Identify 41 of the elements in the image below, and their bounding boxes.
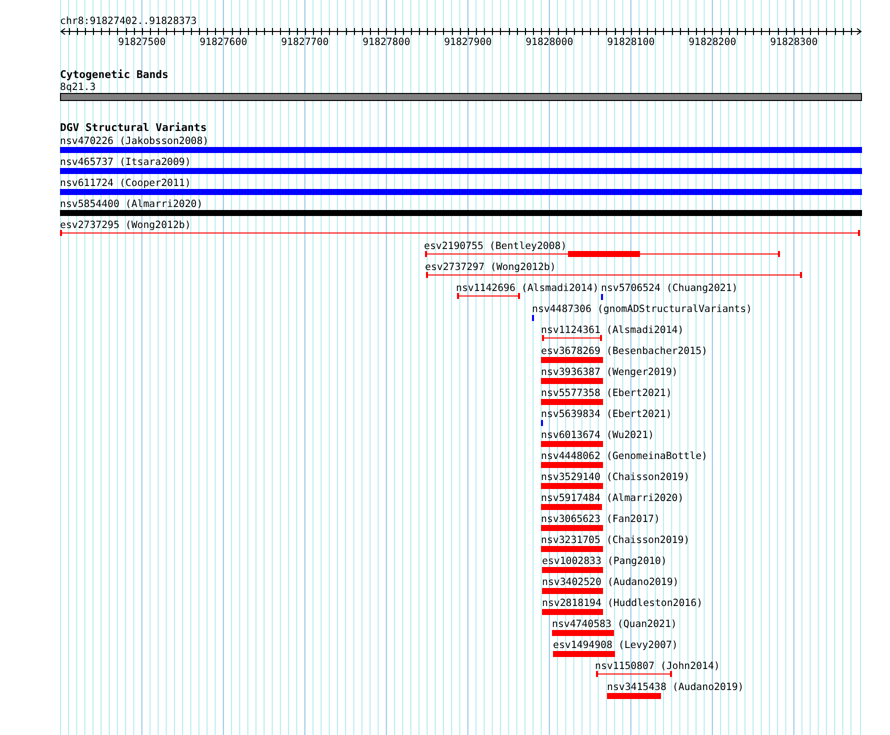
feature-label: esv1494908 (Levy2007) <box>553 640 678 651</box>
ruler-label: 91828200 <box>688 37 736 48</box>
band-label: 8q21.3 <box>60 82 96 93</box>
ruler-label: 91827900 <box>444 37 492 48</box>
feature-label: nsv470226 (Jakobsson2008) <box>60 136 209 147</box>
feature-label: nsv3402520 (Audano2019) <box>542 577 679 588</box>
ruler-label: 91827700 <box>281 37 329 48</box>
feature-label: esv1002833 (Pang2010) <box>542 556 667 567</box>
ruler-label: 91827800 <box>362 37 410 48</box>
feature-label: nsv1142696 (Alsmadi2014) <box>456 283 599 294</box>
feature-label: nsv1150807 (John2014) <box>595 661 720 672</box>
feature-label: nsv5917484 (Almarri2020) <box>541 493 684 504</box>
ruler-label: 91827600 <box>200 37 248 48</box>
feature-label: nsv3529140 (Chaisson2019) <box>541 472 690 483</box>
feature-label: nsv3065623 (Fan2017) <box>541 514 660 525</box>
feature-label: nsv3231705 (Chaisson2019) <box>541 535 690 546</box>
ruler-label: 91828300 <box>770 37 818 48</box>
feature-label: esv3678269 (Besenbacher2015) <box>541 346 708 357</box>
ruler-label: 91828000 <box>526 37 574 48</box>
feature-label: nsv5706524 (Chuang2021) <box>601 283 738 294</box>
feature-label: esv2737295 (Wong2012b) <box>60 220 191 231</box>
feature-label: nsv4487306 (gnomADStructuralVariants) <box>532 304 752 315</box>
feature-label: nsv6013674 (Wu2021) <box>541 430 654 441</box>
ruler-label: 91828100 <box>607 37 655 48</box>
feature-label: esv2190755 (Bentley2008) <box>424 241 567 252</box>
feature-label: nsv1124361 (Alsmadi2014) <box>541 325 684 336</box>
track-title: Cytogenetic Bands <box>60 69 168 81</box>
feature-label: nsv2818194 (Huddleston2016) <box>542 598 703 609</box>
feature-label: nsv611724 (Cooper2011) <box>60 178 191 189</box>
feature-label: nsv5577358 (Ebert2021) <box>541 388 672 399</box>
feature-label: nsv4740583 (Quan2021) <box>552 619 677 630</box>
ruler-label: 91827500 <box>118 37 166 48</box>
feature-label: esv2737297 (Wong2012b) <box>425 262 556 273</box>
feature-label: nsv3415438 (Audano2019) <box>607 682 744 693</box>
feature-label: nsv465737 (Itsara2009) <box>60 157 191 168</box>
position-label: chr8:91827402..91828373 <box>60 16 197 27</box>
feature-label: nsv5639834 (Ebert2021) <box>541 409 672 420</box>
feature-label: nsv5854400 (Almarri2020) <box>60 199 203 210</box>
feature-label: nsv3936387 (Wenger2019) <box>541 367 678 378</box>
feature-label: nsv4448062 (GenomeinaBottle) <box>541 451 708 462</box>
track-title: DGV Structural Variants <box>60 122 207 134</box>
